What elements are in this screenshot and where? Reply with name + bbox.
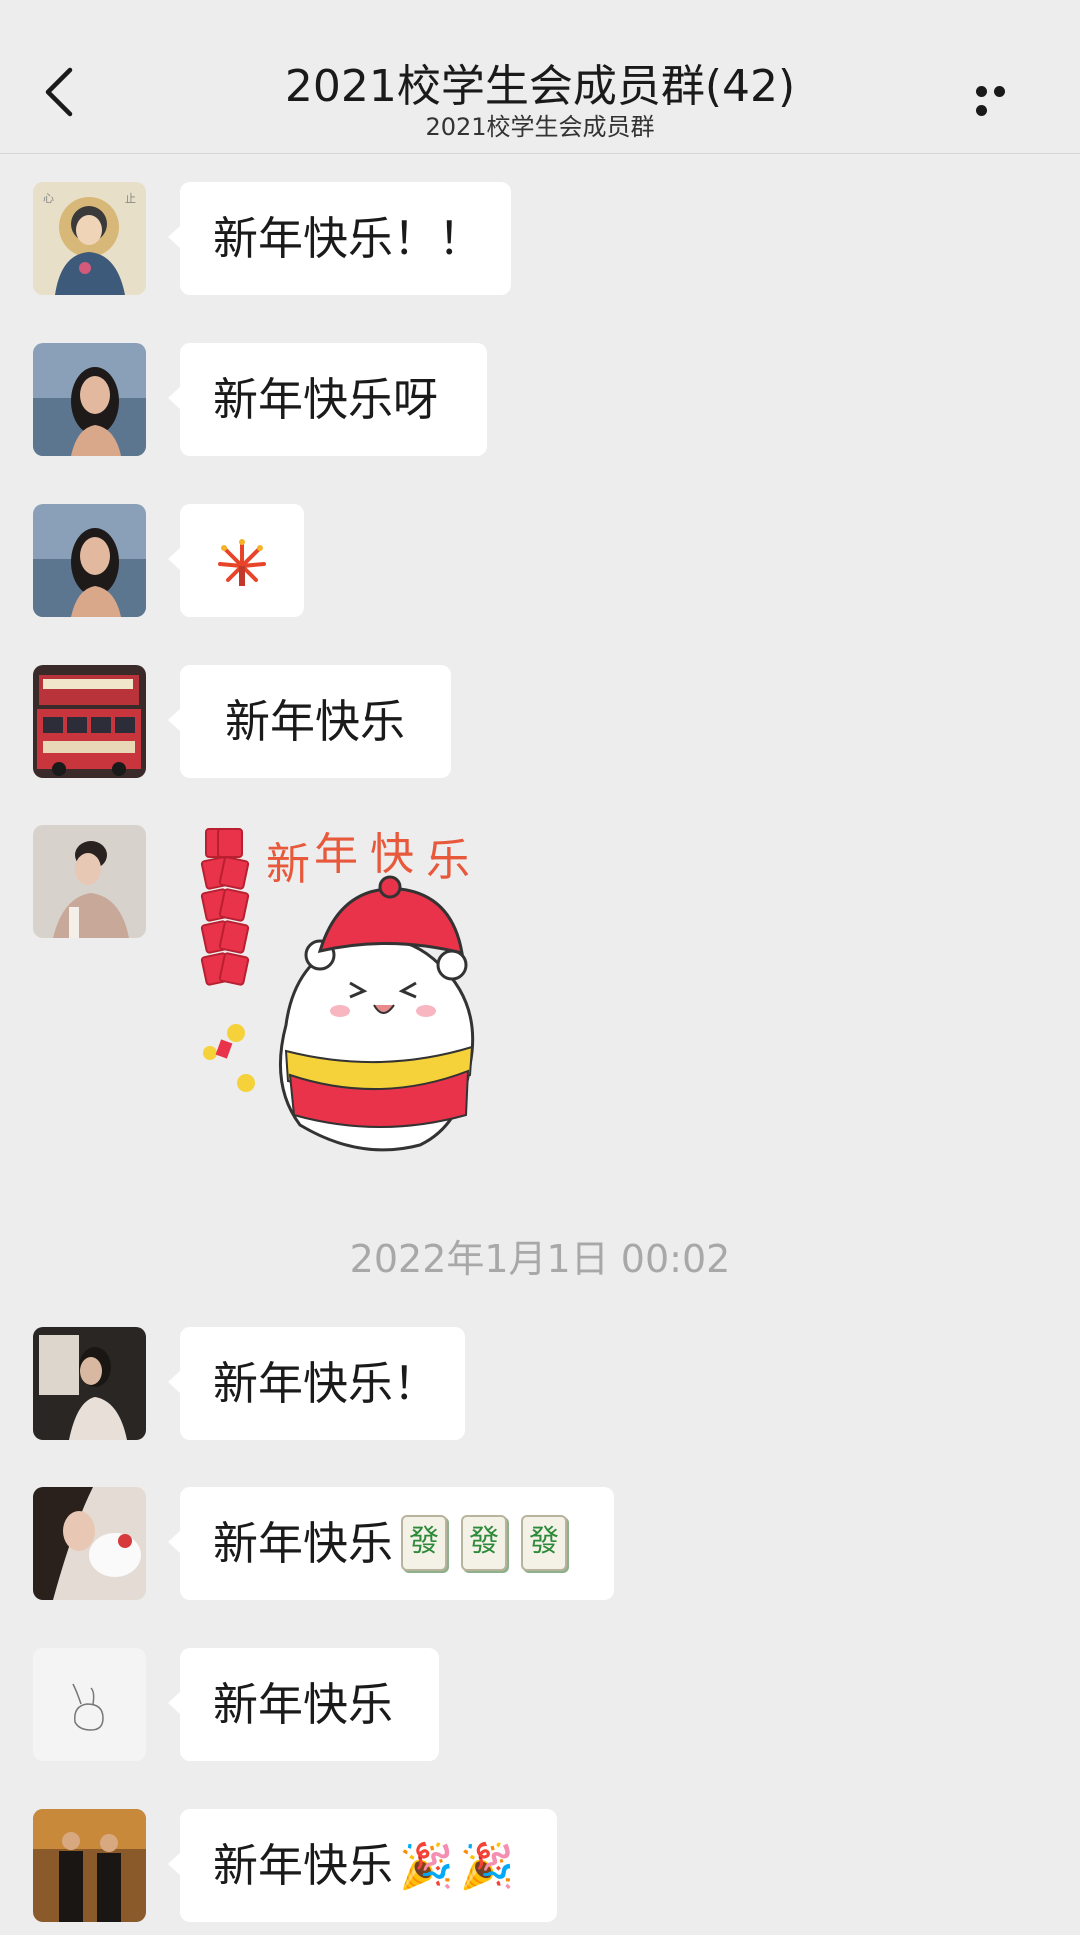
- avatar[interactable]: [33, 1487, 146, 1600]
- sticker-message[interactable]: 新 年 快 乐: [190, 825, 520, 1155]
- avatar-woman-sea: [33, 504, 146, 617]
- avatar[interactable]: [33, 1327, 146, 1440]
- timestamp: 2022年1月1日 00:02: [349, 1237, 731, 1281]
- nav-bar: 2021校学生会成员群(42) 2021校学生会成员群: [0, 0, 1080, 154]
- svg-text:年: 年: [314, 830, 358, 879]
- message-bubble[interactable]: 新年快乐: [168, 665, 451, 778]
- mahjong-tile-icon: 發: [461, 1515, 508, 1571]
- more-button[interactable]: [976, 82, 1028, 116]
- message-bubble[interactable]: 新年快乐發發發: [168, 1487, 614, 1600]
- sticker-title: 新: [266, 840, 310, 889]
- avatar-sketch-rabbit: [33, 1648, 146, 1761]
- message-bubble[interactable]: 新年快乐: [168, 1648, 439, 1761]
- message-bubble[interactable]: [168, 504, 304, 617]
- avatar-red-bus: [33, 665, 146, 778]
- avatar[interactable]: [33, 1809, 146, 1922]
- new-year-bear-sticker: 新 年 快 乐: [200, 828, 475, 1152]
- avatar[interactable]: [33, 825, 146, 938]
- avatar[interactable]: [33, 504, 146, 617]
- message-bubble[interactable]: 新年快乐 🎉 🎉: [168, 1809, 557, 1922]
- avatar[interactable]: 心 止: [33, 182, 146, 295]
- avatar-two-men: [33, 1809, 146, 1922]
- message-bubble[interactable]: 新年快乐！！: [168, 182, 511, 295]
- svg-text:快: 快: [370, 830, 414, 879]
- party-popper-icon: 🎉: [399, 1841, 454, 1892]
- message-bubble[interactable]: 新年快乐呀: [168, 343, 487, 456]
- mahjong-tile-icon: 發: [401, 1515, 448, 1571]
- more-dots-icon: [976, 86, 987, 97]
- avatar-woman-portrait: [33, 825, 146, 938]
- avatar[interactable]: [33, 343, 146, 456]
- chat-title: 2021校学生会成员群(42): [284, 61, 796, 112]
- svg-text:止: 止: [125, 192, 136, 205]
- avatar-illustrated-person: 心 止: [33, 182, 146, 295]
- avatar[interactable]: [33, 665, 146, 778]
- svg-text:乐: 乐: [426, 836, 470, 885]
- svg-text:心: 心: [43, 192, 54, 205]
- party-popper-icon: 🎉: [459, 1841, 515, 1892]
- avatar-woman-sea: [33, 343, 146, 456]
- avatar-woman-window: [33, 1327, 146, 1440]
- mahjong-tile-icon: 發: [521, 1515, 568, 1571]
- fireworks-icon: [218, 539, 266, 586]
- chat-subtitle: 2021校学生会成员群: [425, 113, 655, 141]
- message-bubble[interactable]: 新年快乐！: [168, 1327, 465, 1440]
- avatar[interactable]: [33, 1648, 146, 1761]
- avatar-girl-cat: [33, 1487, 146, 1600]
